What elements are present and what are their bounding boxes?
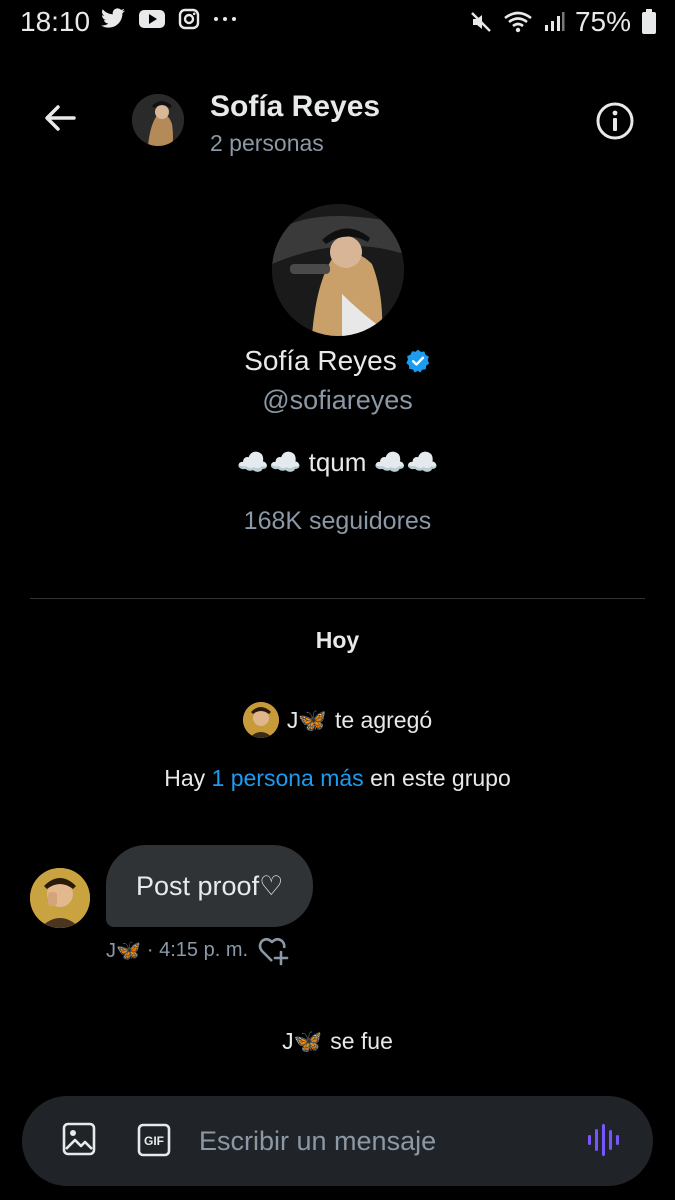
svg-text:GIF: GIF <box>144 1134 164 1148</box>
back-arrow-icon <box>45 105 76 131</box>
voice-button[interactable] <box>586 1122 622 1163</box>
back-button[interactable] <box>40 98 80 143</box>
more-people-link[interactable]: 1 persona más <box>212 765 364 791</box>
wifi-icon <box>504 11 532 33</box>
react-button[interactable] <box>258 936 290 971</box>
profile-name-row: Sofía Reyes <box>0 345 675 377</box>
heart-plus-icon <box>258 937 289 966</box>
status-right: 75% <box>469 6 657 38</box>
gif-icon: GIF <box>137 1123 171 1157</box>
message-text: Post proof♡ <box>136 870 284 901</box>
profile-followers[interactable]: 168K seguidores <box>0 507 675 536</box>
image-icon <box>62 1122 96 1156</box>
system-left-row: J🦋 se fue <box>0 1028 675 1055</box>
signal-icon <box>544 12 565 31</box>
message-sender: J🦋 <box>106 940 141 962</box>
profile-name: Sofía Reyes <box>244 345 397 376</box>
profile-bio: ☁️☁️ tqum ☁️☁️ <box>236 447 439 477</box>
conversation-subtitle: 2 personas <box>210 130 324 156</box>
message-bubble[interactable]: Post proof♡ <box>106 845 314 927</box>
group-info-after: en este grupo <box>363 765 511 791</box>
battery-percent: 75% <box>574 6 631 37</box>
added-text: te agregó <box>334 706 433 733</box>
left-user[interactable]: J🦋 <box>282 1028 322 1055</box>
status-app-icons <box>100 8 238 30</box>
status-time: 18:10 <box>20 6 91 37</box>
message-input[interactable]: Escribir un mensaje <box>199 1126 436 1157</box>
profile-avatar[interactable] <box>272 204 404 336</box>
sender-avatar[interactable] <box>30 868 90 928</box>
left-text: se fue <box>330 1028 393 1054</box>
instagram-icon <box>178 8 200 30</box>
gif-button[interactable]: GIF <box>137 1123 171 1162</box>
youtube-icon <box>139 10 165 28</box>
message-time: · 4:15 p. m. <box>146 939 249 961</box>
system-added-row: J🦋 te agregó <box>0 702 675 738</box>
mute-icon <box>471 12 491 32</box>
profile-handle: @sofiareyes <box>262 385 413 415</box>
twitter-bird-icon <box>101 8 125 28</box>
group-info-before: Hay <box>164 765 212 791</box>
adder-avatar[interactable] <box>242 702 279 738</box>
divider <box>30 598 645 599</box>
day-separator: Hoy <box>315 627 360 653</box>
adder-name[interactable]: J🦋 <box>287 707 327 734</box>
message-meta: J🦋 · 4:15 p. m. <box>106 938 248 963</box>
info-button[interactable] <box>594 100 636 147</box>
group-info-line: Hay 1 persona más en este grupo <box>0 765 675 792</box>
conversation-title: Sofía Reyes <box>210 90 381 123</box>
media-button[interactable] <box>62 1122 96 1161</box>
verified-badge-icon <box>406 349 429 373</box>
info-icon <box>596 102 634 140</box>
voice-wave-icon <box>588 1124 619 1156</box>
header-avatar[interactable] <box>132 94 184 146</box>
more-dots-icon <box>214 17 236 21</box>
battery-icon <box>642 9 656 34</box>
